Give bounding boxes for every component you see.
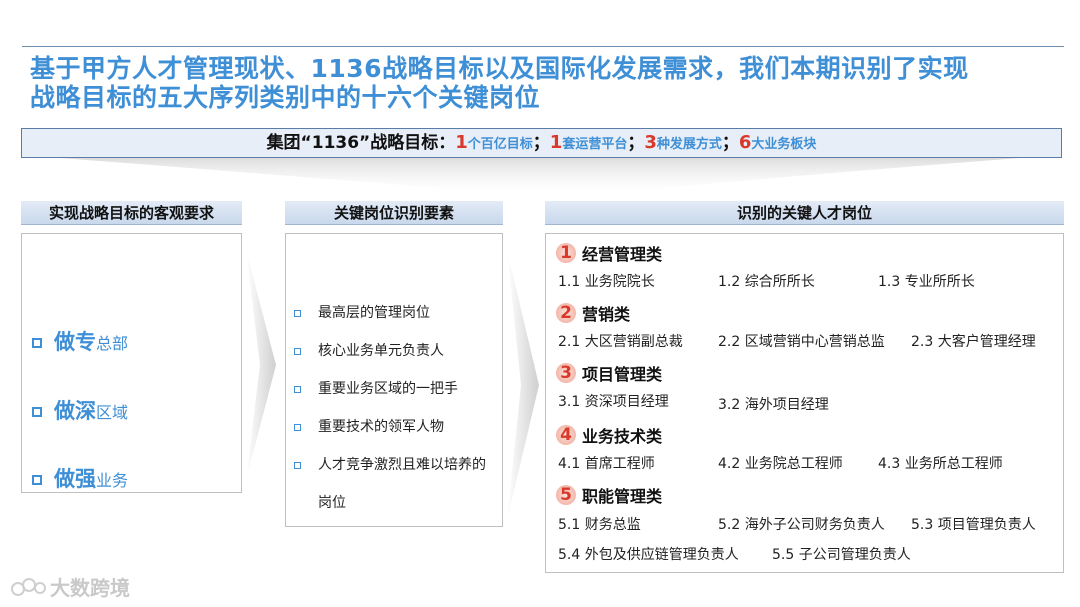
square-bullet-icon	[294, 310, 301, 317]
number-badge: 5	[556, 485, 576, 505]
goal-fan-shadow	[60, 158, 1020, 198]
requirement-main: 做强	[54, 467, 96, 491]
requirement-sub: 业务	[96, 471, 129, 490]
position-item: 5.1 财务总监	[558, 517, 641, 533]
goal-unit-2: 套运营平台	[562, 137, 628, 152]
requirement-main: 做深	[54, 399, 96, 423]
goal-sep-2: ；	[627, 133, 645, 153]
goal-unit-3: 种发展方式	[656, 137, 722, 152]
requirement-item: 做深 区域	[32, 395, 128, 425]
slide-title: 基于甲方人才管理现状、1136战略目标以及国际化发展需求，我们本期识别了实现 战…	[30, 54, 1040, 112]
goal-unit-4: 大业务板块	[751, 137, 817, 152]
requirement-item: 做专 总部	[32, 326, 128, 356]
elements-panel: 最高层的管理岗位 核心业务单元负责人 重要业务区域的一把手 重要技术的领军人物 …	[285, 233, 503, 527]
square-bullet-icon	[32, 407, 42, 417]
position-item: 1.3 专业所所长	[878, 274, 975, 290]
position-item: 5.3 项目管理负责人	[911, 517, 1036, 533]
requirements-header: 实现战略目标的客观要求	[21, 201, 242, 225]
list-item: 核心业务单元负责人	[294, 342, 504, 361]
positions-panel: 1 经营管理类 1.1 业务院院长 1.2 综合所所长 1.3 专业所所长 2 …	[545, 233, 1064, 573]
position-item: 4.2 业务院总工程师	[718, 456, 843, 472]
requirements-panel: 做专 总部 做深 区域 做强 业务	[21, 233, 242, 493]
watermark-text: 大数跨境	[50, 576, 130, 600]
position-item: 2.1 大区营销副总裁	[558, 334, 683, 350]
slide-title-line-2: 战略目标的五大序列类别中的十六个关键岗位	[30, 83, 541, 112]
list-item: 人才竞争激烈且难以培养的岗位	[294, 456, 504, 522]
square-bullet-icon	[32, 475, 42, 485]
slide-title-line-1: 基于甲方人才管理现状、1136战略目标以及国际化发展需求，我们本期识别了实现	[30, 54, 969, 83]
position-item: 1.1 业务院院长	[558, 274, 655, 290]
position-item: 5.2 海外子公司财务负责人	[718, 517, 885, 533]
positions-header: 识别的关键人才岗位	[545, 201, 1064, 225]
square-bullet-icon	[294, 348, 301, 355]
category-name: 经营管理类	[582, 245, 663, 264]
list-item: 重要技术的领军人物	[294, 418, 504, 437]
position-item: 4.1 首席工程师	[558, 456, 655, 472]
number-badge: 2	[556, 303, 576, 323]
goal-num-4: 6	[738, 132, 752, 153]
elements-header: 关键岗位识别要素	[285, 201, 503, 225]
square-bullet-icon	[294, 424, 301, 431]
position-item: 2.3 大客户管理经理	[911, 334, 1036, 350]
watermark: 大数跨境	[10, 572, 130, 601]
requirement-sub: 总部	[96, 334, 129, 353]
goal-unit-1: 个百亿目标	[467, 137, 533, 152]
number-badge: 1	[556, 243, 576, 263]
category-name: 项目管理类	[582, 365, 663, 384]
number-badge: 4	[556, 425, 576, 445]
requirement-item: 做强 业务	[32, 463, 128, 493]
category-functional: 5 职能管理类	[556, 483, 662, 507]
category-technical: 4 业务技术类	[556, 423, 662, 447]
square-bullet-icon	[294, 386, 301, 393]
number-badge: 3	[556, 363, 576, 383]
position-item: 4.3 业务所总工程师	[878, 456, 1003, 472]
category-name: 职能管理类	[582, 487, 663, 506]
position-item: 2.2 区域营销中心营销总监	[718, 334, 885, 350]
elements-list: 最高层的管理岗位 核心业务单元负责人 重要业务区域的一把手 重要技术的领军人物 …	[294, 304, 504, 541]
category-name: 业务技术类	[582, 427, 663, 446]
position-item: 3.2 海外项目经理	[718, 397, 829, 413]
top-divider	[22, 46, 1064, 47]
requirement-main: 做专	[54, 330, 96, 354]
position-item: 5.5 子公司管理负责人	[772, 547, 911, 563]
position-item: 1.2 综合所所长	[718, 274, 815, 290]
category-name: 营销类	[582, 305, 631, 324]
chevron-right-icon	[507, 250, 539, 520]
logo-icon	[11, 577, 46, 596]
strategy-goal-bar: 集团“1136”战略目标：1个百亿目标；1套运营平台；3种发展方式；6大业务板块	[21, 128, 1062, 158]
position-item: 3.1 资深项目经理	[558, 394, 669, 410]
goal-num-3: 3	[644, 132, 657, 153]
category-project: 3 项目管理类	[556, 361, 662, 385]
goal-num-2: 1	[549, 132, 563, 153]
category-operations: 1 经营管理类	[556, 241, 662, 265]
list-item: 重要业务区域的一把手	[294, 380, 504, 399]
chevron-right-icon	[246, 250, 276, 480]
square-bullet-icon	[32, 338, 42, 348]
goal-sep-1: ；	[532, 133, 550, 153]
requirement-sub: 区域	[96, 403, 129, 422]
square-bullet-icon	[294, 462, 301, 469]
goal-sep-3: ；	[721, 133, 739, 153]
list-item: 最高层的管理岗位	[294, 304, 504, 323]
goal-prefix: 集团“1136”战略目标：	[266, 133, 456, 153]
goal-num-1: 1	[455, 132, 468, 153]
category-marketing: 2 营销类	[556, 301, 630, 325]
position-item: 5.4 外包及供应链管理负责人	[558, 547, 739, 563]
